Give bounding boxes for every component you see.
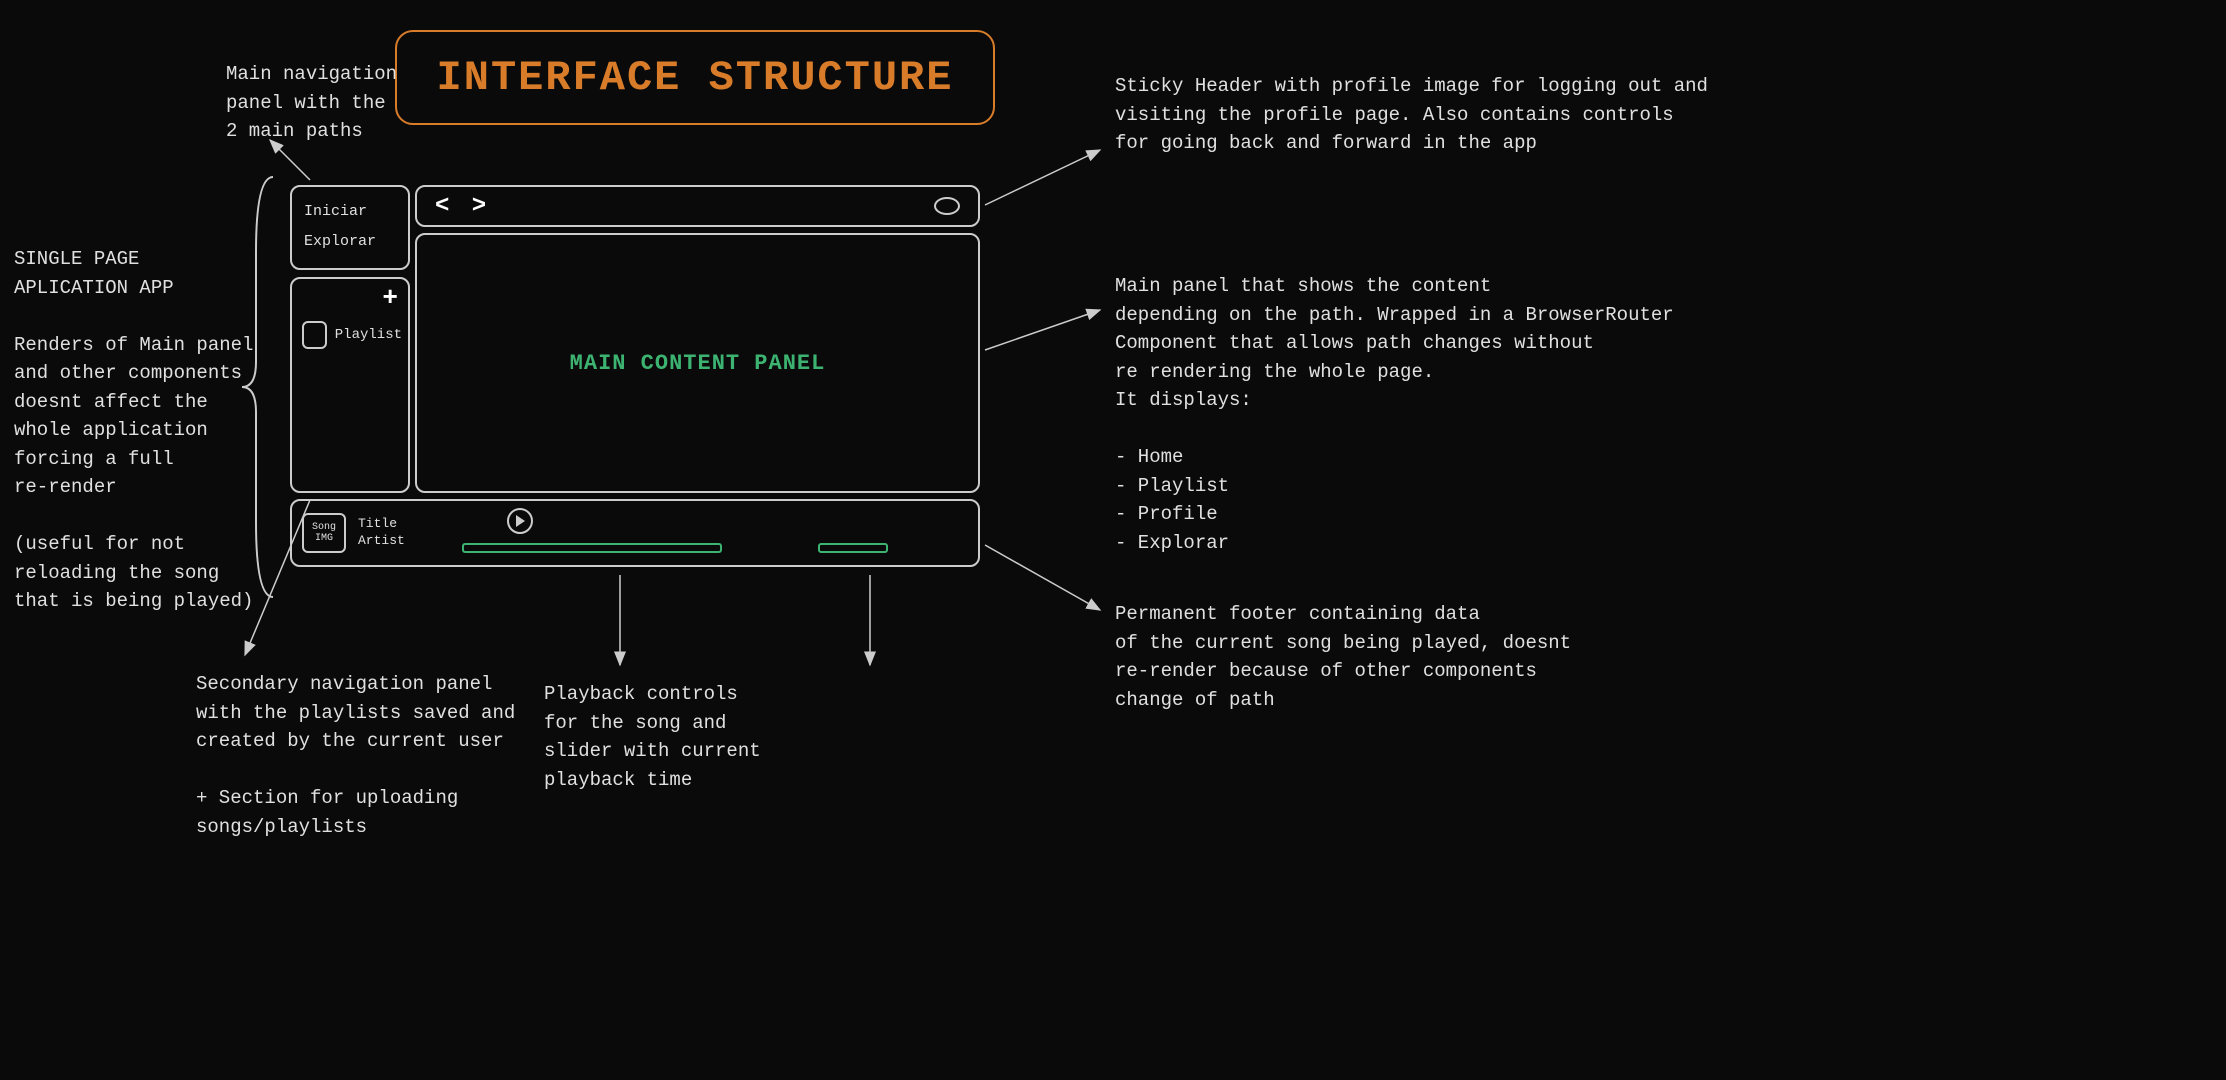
song-title: Title [358,516,405,533]
playlist-item[interactable]: Playlist [302,321,402,349]
main-content-panel: MAIN CONTENT PANEL [415,233,980,493]
title-box: INTERFACE STRUCTURE [395,30,995,125]
annotation-footer: Permanent footer containing data of the … [1115,600,1571,714]
nav-panel: Iniciar Explorar [290,185,410,270]
song-meta: Title Artist [358,516,405,550]
progress-slider[interactable] [462,543,722,553]
app-wireframe: Iniciar Explorar < > MAIN CONTENT PANEL … [290,185,990,585]
nav-item-explorar[interactable]: Explorar [304,227,396,257]
footer-panel: Song IMG Title Artist [290,499,980,567]
playlist-thumb-icon [302,321,327,349]
volume-slider[interactable] [818,543,888,553]
nav-item-iniciar[interactable]: Iniciar [304,197,396,227]
play-icon [516,515,525,527]
song-artist: Artist [358,533,405,550]
annotation-header: Sticky Header with profile image for log… [1115,72,1708,158]
annotation-playback: Playback controls for the song and slide… [544,680,761,794]
song-image-placeholder: Song IMG [302,513,346,553]
annotation-nav-panel: Main navigation panel with the 2 main pa… [226,60,397,146]
nav-back-forward-icon[interactable]: < > [435,193,490,220]
avatar-icon[interactable] [934,197,960,215]
play-button[interactable] [507,508,533,534]
annotation-main-panel: Main panel that shows the content depend… [1115,272,1674,557]
sidebar-panel: + Playlist [290,277,410,493]
page-title: INTERFACE STRUCTURE [437,54,954,102]
main-content-label: MAIN CONTENT PANEL [570,351,826,376]
annotation-spa: SINGLE PAGE APLICATION APP Renders of Ma… [14,245,253,616]
brace-icon [238,172,278,602]
plus-icon[interactable]: + [382,283,398,313]
playlist-label: Playlist [335,327,402,343]
annotation-sidebar: Secondary navigation panel with the play… [196,670,515,841]
header-panel: < > [415,185,980,227]
